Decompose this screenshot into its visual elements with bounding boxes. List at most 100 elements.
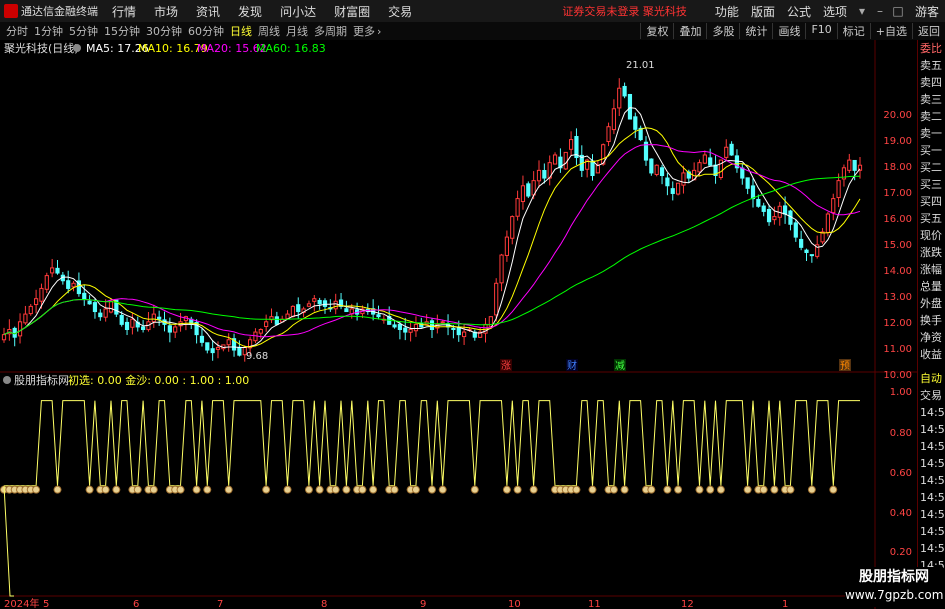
- side-row-sell4[interactable]: 卖四: [918, 74, 945, 91]
- candle-body: [98, 312, 103, 318]
- candle-body: [526, 183, 531, 197]
- candle-body: [141, 326, 146, 331]
- sub-y-tick: 0.60: [890, 468, 912, 479]
- candle-body: [542, 170, 547, 179]
- side-row-sell2[interactable]: 卖二: [918, 108, 945, 125]
- login-warning[interactable]: 证券交易未登录 聚光科技: [562, 3, 687, 19]
- side-row-weibi[interactable]: 委比: [918, 40, 945, 57]
- candle-body: [766, 208, 772, 223]
- period-timeshare[interactable]: 分时: [6, 23, 28, 39]
- side-row-sell3[interactable]: 卖三: [918, 91, 945, 108]
- side-row-sell5[interactable]: 卖五: [918, 57, 945, 74]
- side-row-sell1[interactable]: 卖一: [918, 125, 945, 142]
- coin-signal-icon: [620, 485, 629, 494]
- menu-item-quotes[interactable]: 行情: [112, 3, 136, 20]
- side-row-netasset[interactable]: 净资: [918, 329, 945, 346]
- menu-item-news[interactable]: 资讯: [196, 3, 220, 20]
- candle-body: [429, 320, 435, 331]
- watermark-url: www.7gpzb.com: [845, 588, 944, 602]
- menu-item-options[interactable]: 选项: [823, 3, 847, 20]
- menu-item-ask[interactable]: 问小达: [280, 3, 316, 20]
- side-row-eps[interactable]: 收益: [918, 346, 945, 363]
- candle-body: [750, 185, 756, 200]
- tool-f10[interactable]: F10: [805, 23, 836, 39]
- candle-body: [670, 188, 675, 194]
- side-row-turnover[interactable]: 换手: [918, 312, 945, 329]
- tool-adjust[interactable]: 复权: [640, 23, 673, 39]
- x-tick: 12: [681, 599, 694, 609]
- candle-body: [536, 169, 542, 182]
- settings-icon[interactable]: [73, 44, 81, 52]
- side-row-volume[interactable]: 总量: [918, 278, 945, 295]
- kline-chart[interactable]: 聚光科技(日线) MA5: 17.26 MA10: 16.79 MA20: 15…: [0, 40, 917, 609]
- tool-mark[interactable]: 标记: [836, 23, 870, 39]
- candle-body: [258, 329, 263, 334]
- menu-item-layout[interactable]: 版面: [751, 3, 775, 20]
- side-row-buy2[interactable]: 买二: [918, 159, 945, 176]
- coin-signal-icon: [470, 485, 479, 494]
- coin-signal-icon: [663, 485, 672, 494]
- y-tick: 17.00: [883, 188, 912, 199]
- coin-signal-icon: [390, 485, 399, 494]
- coin-signal-icon: [647, 485, 656, 494]
- skin-icon[interactable]: ▾: [855, 4, 869, 18]
- menu-item-market[interactable]: 市场: [154, 3, 178, 20]
- side-row-price[interactable]: 现价: [918, 227, 945, 244]
- maximize-icon[interactable]: □: [891, 4, 905, 18]
- menu-item-functions[interactable]: 功能: [715, 3, 739, 20]
- side-row-outer[interactable]: 外盘: [918, 295, 945, 312]
- period-5min[interactable]: 5分钟: [69, 23, 98, 39]
- menu-item-formula[interactable]: 公式: [787, 3, 811, 20]
- period-weekly[interactable]: 周线: [258, 23, 280, 39]
- coin-signal-icon: [133, 485, 142, 494]
- candle-body: [397, 323, 402, 331]
- side-row-buy3[interactable]: 买三: [918, 176, 945, 193]
- event-marker-finance-text: 财: [567, 359, 577, 372]
- indicator-params: 初选: 0.00 金沙: 0.00 : 1.00 : 1.00: [68, 373, 249, 387]
- menu-item-wealth[interactable]: 财富圈: [334, 3, 370, 20]
- candle-body: [729, 143, 734, 156]
- candle-body: [124, 321, 130, 330]
- tool-add-watchlist[interactable]: +自选: [869, 23, 912, 39]
- menu-item-trade[interactable]: 交易: [388, 3, 412, 20]
- x-tick: 5: [43, 599, 49, 609]
- side-row-buy5[interactable]: 买五: [918, 210, 945, 227]
- chevron-right-icon[interactable]: ›: [377, 25, 381, 38]
- watermark-name: 股朋指标网: [859, 569, 929, 585]
- y-tick: 10.00: [883, 370, 912, 381]
- period-60min[interactable]: 60分钟: [188, 23, 224, 39]
- minimize-icon[interactable]: –: [873, 4, 887, 18]
- candle-body: [34, 298, 39, 306]
- period-more[interactable]: 更多: [353, 23, 375, 39]
- coin-signal-icon: [695, 485, 704, 494]
- candle-body: [66, 280, 71, 289]
- side-row-buy4[interactable]: 买四: [918, 193, 945, 210]
- side-row-buy1[interactable]: 买一: [918, 142, 945, 159]
- tool-draw[interactable]: 画线: [772, 23, 805, 39]
- tool-multi-stock[interactable]: 多股: [706, 23, 739, 39]
- period-1min[interactable]: 1分钟: [34, 23, 63, 39]
- side-row-change[interactable]: 涨跌: [918, 244, 945, 261]
- sub-settings-icon[interactable]: [3, 376, 11, 384]
- candle-body: [226, 339, 231, 346]
- tool-back[interactable]: 返回: [912, 23, 945, 39]
- side-trade[interactable]: 交易: [918, 387, 945, 404]
- period-daily[interactable]: 日线: [230, 23, 252, 39]
- period-multi[interactable]: 多周期: [314, 23, 347, 39]
- tool-stats[interactable]: 统计: [739, 23, 772, 39]
- period-monthly[interactable]: 月线: [286, 23, 308, 39]
- period-30min[interactable]: 30分钟: [146, 23, 182, 39]
- coin-signal-icon: [53, 485, 62, 494]
- side-row-pct[interactable]: 涨幅: [918, 261, 945, 278]
- menu-item-discover[interactable]: 发现: [238, 3, 262, 20]
- user-guest[interactable]: 游客: [915, 3, 939, 20]
- candle-body: [413, 323, 419, 332]
- period-15min[interactable]: 15分钟: [104, 23, 140, 39]
- menu-bar: 通达信金融终端 行情 市场 资讯 发现 问小达 财富圈 交易 证券交易未登录 聚…: [0, 0, 945, 23]
- candle-body: [403, 327, 408, 333]
- tool-overlay[interactable]: 叠加: [673, 23, 706, 39]
- side-auto[interactable]: 自动: [918, 370, 945, 387]
- candle-body: [799, 238, 804, 248]
- coin-signal-icon: [369, 485, 378, 494]
- candle-body: [617, 87, 622, 109]
